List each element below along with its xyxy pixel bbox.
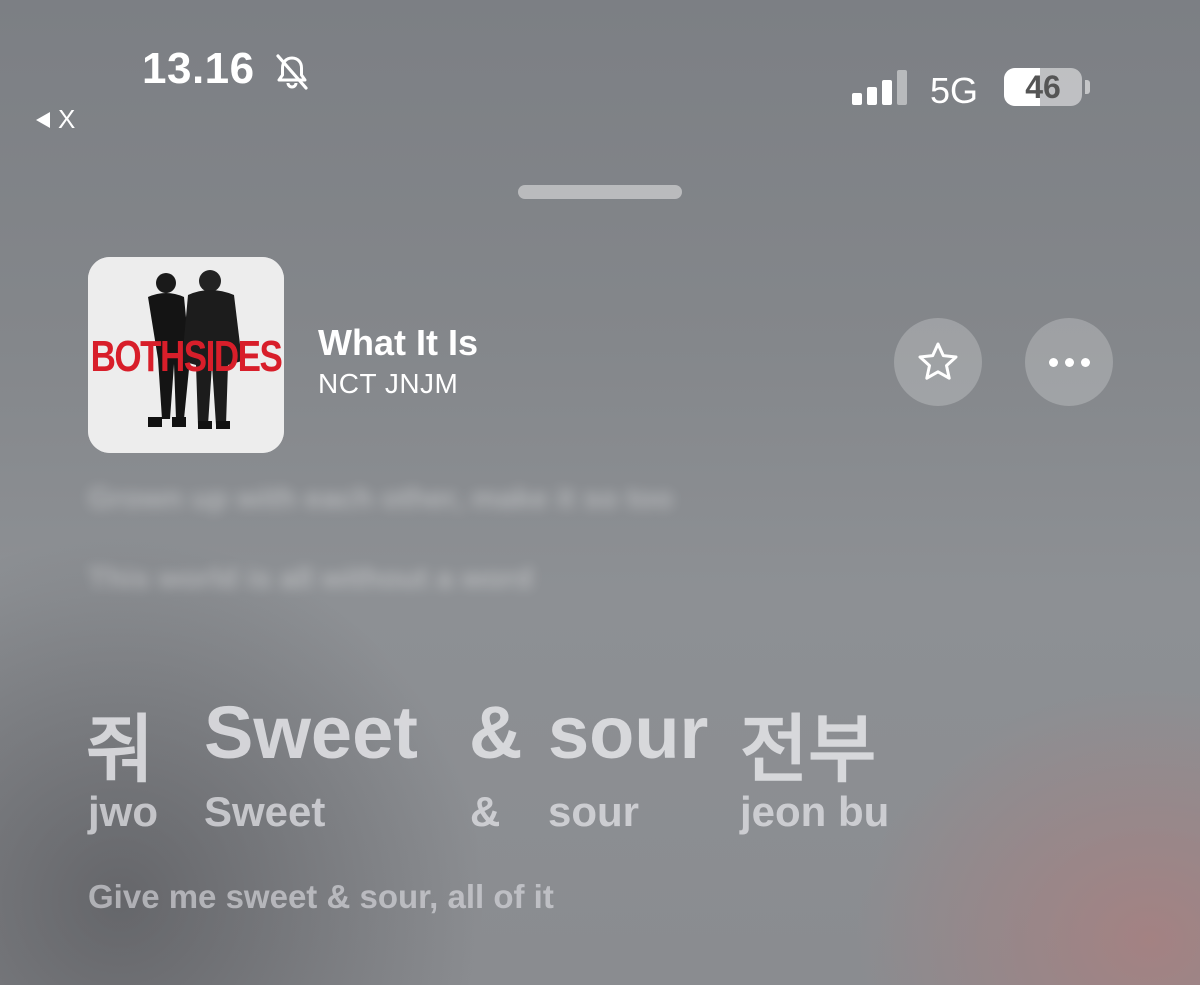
bell-slash-icon [276, 54, 308, 90]
network-type: 5G [930, 70, 979, 111]
status-time: 13.16 [142, 44, 255, 93]
signal-icon [852, 70, 907, 105]
more-options-button[interactable] [1025, 318, 1113, 406]
album-art[interactable]: BOTHSIDES [88, 257, 284, 453]
lyric-romanization: Sweet [204, 788, 326, 835]
lyric-word[interactable]: sour [548, 690, 708, 775]
lyric-romanization: jwo [88, 788, 158, 835]
lyric-line-previous[interactable]: Grown up with each other, make it so too [88, 482, 673, 516]
lyric-word[interactable]: Sweet [204, 690, 418, 775]
back-to-app-button[interactable]: X [36, 104, 75, 135]
song-title[interactable]: What It Is [318, 322, 478, 364]
lyric-romanization: jeon bu [740, 788, 890, 835]
lyric-word[interactable]: 줘 [86, 690, 154, 797]
battery-level: 46 [1025, 69, 1061, 105]
back-arrow-icon [36, 111, 50, 128]
battery-icon: 46 [1004, 68, 1082, 106]
favorite-button[interactable] [894, 318, 982, 406]
lyric-romanization: sour [548, 788, 640, 835]
star-icon [918, 342, 958, 380]
lyric-word[interactable]: 전부 [740, 690, 876, 797]
lyric-romanization: & [470, 788, 501, 835]
sheet-grabber-handle[interactable] [518, 185, 682, 199]
ellipsis-icon [1048, 357, 1090, 367]
lyric-translation: Give me sweet & sour, all of it [88, 878, 554, 915]
back-app-label: X [58, 104, 76, 134]
album-art-title: BOTHSIDES [90, 332, 283, 381]
song-artist[interactable]: NCT JNJM [318, 368, 458, 400]
battery-tip [1085, 80, 1090, 94]
lyric-word[interactable]: & [469, 690, 522, 775]
lyric-line-previous[interactable]: This world is all without a word [88, 562, 533, 596]
